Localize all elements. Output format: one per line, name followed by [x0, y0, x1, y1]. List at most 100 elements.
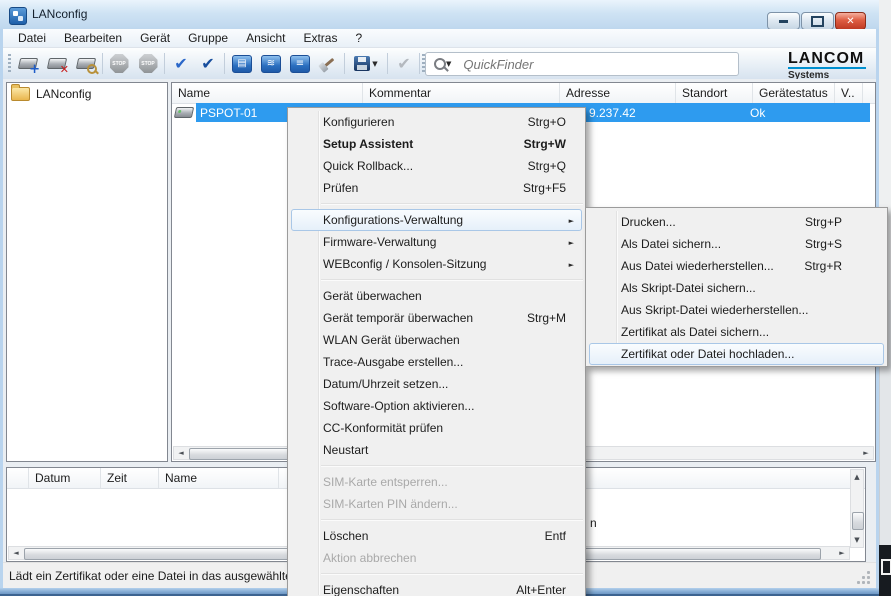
stop-action-button[interactable]: STOP [106, 51, 132, 76]
statusbar-text: Lädt ein Zertifikat oder eine Datei in d… [9, 569, 292, 583]
konfigurations-verwaltung-submenu: Drucken...Strg+P Als Datei sichern...Str… [585, 207, 888, 367]
maximize-button[interactable] [801, 12, 834, 30]
submenu-item-aus-skript-datei-wiederherstellen[interactable]: Aus Skript-Datei wiederherstellen... [589, 299, 884, 321]
tree-item-label: LANconfig [36, 87, 91, 101]
column-header-adresse[interactable]: Adresse [560, 83, 676, 103]
menu-item-quick-rollback[interactable]: Quick Rollback...Strg+Q [291, 155, 582, 177]
menu-datei[interactable]: Datei [9, 30, 55, 47]
menu-item-neustart[interactable]: Neustart [291, 439, 582, 461]
menu-item-pruefen[interactable]: PrüfenStrg+F5 [291, 177, 582, 199]
resize-grip[interactable] [858, 572, 870, 584]
menu-item-sim-karte-entsperren: SIM-Karte entsperren... [291, 471, 582, 493]
scroll-right-icon[interactable]: ► [836, 547, 848, 559]
submenu-item-zertifikat-als-datei-sichern[interactable]: Zertifikat als Datei sichern... [589, 321, 884, 343]
add-device-button[interactable]: + [15, 51, 41, 76]
column-header-kommentar[interactable]: Kommentar [363, 83, 560, 103]
menu-item-geraet-temporaer-ueberwachen[interactable]: Gerät temporär überwachenStrg+M [291, 307, 582, 329]
close-button[interactable]: ✕ [835, 12, 866, 30]
menu-item-geraet-ueberwachen[interactable]: Gerät überwachen [291, 285, 582, 307]
submenu-item-als-datei-sichern[interactable]: Als Datei sichern...Strg+S [589, 233, 884, 255]
menu-ansicht[interactable]: Ansicht [237, 30, 294, 47]
search-options-arrow-icon[interactable]: ▼ [446, 60, 451, 68]
column-header-filler [863, 83, 875, 103]
menu-item-wlan-geraet-ueberwachen[interactable]: WLAN Gerät überwachen [291, 329, 582, 351]
menu-separator [321, 279, 583, 281]
menu-item-loeschen[interactable]: LöschenEntf [291, 525, 582, 547]
menu-item-datum-uhrzeit[interactable]: Datum/Uhrzeit setzen... [291, 373, 582, 395]
column-header-v[interactable]: V.. [835, 83, 863, 103]
log-text-fragment: n [590, 516, 597, 530]
submenu-item-aus-datei-wiederherstellen[interactable]: Aus Datei wiederherstellen...Strg+R [589, 255, 884, 277]
folder-tree-panel: LANconfig [6, 82, 168, 462]
menu-item-cc-konformitaet[interactable]: CC-Konformität prüfen [291, 417, 582, 439]
menu-separator [321, 203, 583, 205]
check-all-button[interactable]: ✔ [195, 51, 221, 76]
menu-bearbeiten[interactable]: Bearbeiten [55, 30, 131, 47]
column-header-name[interactable]: Name [172, 83, 363, 103]
menu-geraet[interactable]: Gerät [131, 30, 179, 47]
device-list-header: Name Kommentar Adresse Standort Gerätest… [172, 83, 875, 104]
menu-item-software-option[interactable]: Software-Option aktivieren... [291, 395, 582, 417]
log-column-zeit[interactable]: Zeit [101, 468, 159, 488]
menu-item-webconfig-konsole[interactable]: WEBconfig / Konsolen-Sitzung [291, 253, 582, 275]
toolbar-separator [224, 53, 225, 74]
device-status: Ok [750, 106, 765, 120]
menubar: Datei Bearbeiten Gerät Gruppe Ansicht Ex… [3, 29, 876, 48]
scrollbar-thumb[interactable] [189, 448, 293, 460]
submenu-item-drucken[interactable]: Drucken...Strg+P [589, 211, 884, 233]
menu-item-trace-ausgabe[interactable]: Trace-Ausgabe erstellen... [291, 351, 582, 373]
menu-separator [321, 573, 583, 575]
wlan-icon: ≋ [261, 55, 281, 73]
quickfinder-input[interactable] [461, 56, 738, 73]
scrollbar-thumb[interactable] [852, 512, 864, 530]
menu-gruppe[interactable]: Gruppe [179, 30, 237, 47]
toolbar-separator [102, 53, 103, 74]
scroll-down-icon[interactable]: ▼ [851, 534, 863, 546]
tree-item-lanconfig[interactable]: LANconfig [7, 83, 167, 101]
disabled-check-icon: ✔ [397, 54, 410, 73]
menu-item-firmware-verwaltung[interactable]: Firmware-Verwaltung [291, 231, 582, 253]
column-header-geraetestatus[interactable]: Gerätestatus [753, 83, 835, 103]
log-vscrollbar[interactable]: ▲ ▼ [850, 469, 864, 548]
scroll-left-icon[interactable]: ◄ [10, 547, 22, 559]
configure-icon: ▤ [232, 55, 252, 73]
lancom-logo-brand: LANCOM [788, 51, 866, 66]
menu-item-konfigurieren[interactable]: KonfigurierenStrg+O [291, 111, 582, 133]
scroll-up-icon[interactable]: ▲ [851, 471, 863, 483]
submenu-item-als-skript-datei-sichern[interactable]: Als Skript-Datei sichern... [589, 277, 884, 299]
log-column-datum[interactable]: Datum [29, 468, 101, 488]
window-controls: ✕ [766, 12, 866, 30]
menu-separator [321, 519, 583, 521]
lancom-logo-rule [788, 67, 866, 69]
menu-extras[interactable]: Extras [294, 30, 346, 47]
folder-icon [11, 87, 30, 101]
find-device-button[interactable] [73, 51, 99, 76]
submenu-item-zertifikat-oder-datei-hochladen[interactable]: Zertifikat oder Datei hochladen... [589, 343, 884, 365]
menu-item-konfigurations-verwaltung[interactable]: Konfigurations-Verwaltung [291, 209, 582, 231]
offline-check-button[interactable]: ✔ [391, 51, 417, 76]
toolbar: + ✕ STOP STOP ✔ ✔ ▤ ≋ ≡ ▼ ✔ ▼ [3, 48, 876, 80]
delete-device-button[interactable]: ✕ [44, 51, 70, 76]
scroll-left-icon[interactable]: ◄ [175, 447, 187, 459]
column-header-standort[interactable]: Standort [676, 83, 753, 103]
stop-all-button[interactable]: STOP [135, 51, 161, 76]
background-taskbar-fragment [879, 545, 891, 596]
minimize-button[interactable] [767, 12, 800, 30]
wlan-config-button[interactable]: ≋ [258, 51, 284, 76]
menu-help[interactable]: ? [346, 30, 371, 47]
menu-item-eigenschaften[interactable]: EigenschaftenAlt+Enter [291, 579, 582, 596]
save-dropdown-arrow-icon[interactable]: ▼ [372, 60, 377, 68]
log-column-name[interactable]: Name [159, 468, 279, 488]
titlebar[interactable]: LANconfig ✕ [0, 0, 879, 30]
quickfinder-box: ▼ [425, 52, 739, 76]
configure-button[interactable]: ▤ [229, 51, 255, 76]
toolbar-gripper[interactable] [8, 54, 11, 73]
scroll-right-icon[interactable]: ► [860, 447, 872, 459]
console-session-button[interactable]: ≡ [287, 51, 313, 76]
tools-button[interactable] [315, 51, 341, 76]
save-button[interactable]: ▼ [349, 51, 383, 76]
hammer-icon [322, 58, 335, 69]
check-device-button[interactable]: ✔ [168, 51, 194, 76]
search-icon [434, 58, 446, 70]
menu-item-setup-assistent[interactable]: Setup AssistentStrg+W [291, 133, 582, 155]
